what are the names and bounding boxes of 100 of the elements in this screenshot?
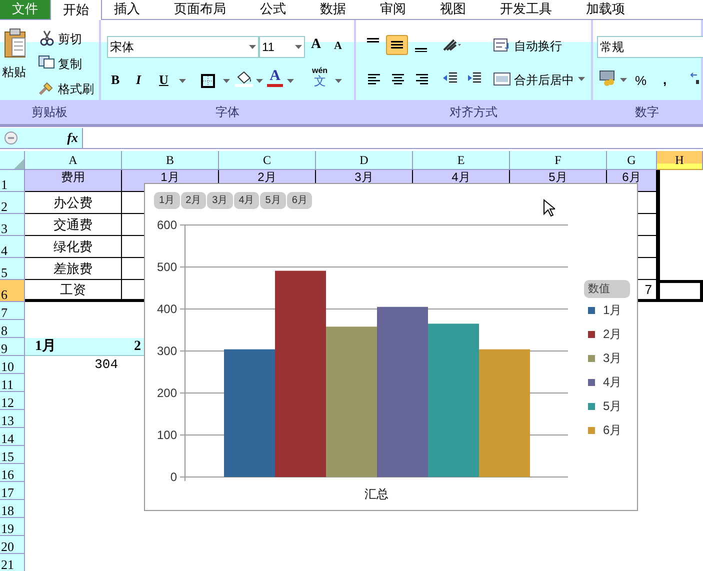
column-header[interactable]: H [657, 151, 703, 170]
row-header[interactable]: 19 [0, 518, 25, 536]
font-color-swatch [267, 84, 283, 87]
phonetic-guide-button[interactable]: wén 文 [312, 67, 328, 87]
row-header[interactable]: 4 [0, 236, 25, 258]
copy-button[interactable]: 复制 [58, 55, 82, 73]
grow-font-button[interactable]: A [311, 38, 322, 52]
table-cell: 差旅费 [25, 258, 122, 280]
group-label: 对齐方式 [450, 104, 498, 121]
legend-label: 3月 [603, 350, 622, 367]
caret-icon [256, 79, 263, 83]
field-button[interactable]: 2月 [180, 192, 206, 209]
row-header[interactable]: 17 [0, 482, 25, 500]
row-header[interactable]: 21 [0, 554, 25, 571]
category-label: 汇总 [364, 487, 388, 501]
legend-label: 5月 [603, 398, 622, 415]
ribbon-tab[interactable]: 加载项 [574, 0, 637, 19]
row-header[interactable]: 7 [0, 302, 25, 320]
row-header[interactable]: 20 [0, 536, 25, 554]
ribbon-tab[interactable]: 页面布局 [162, 0, 238, 19]
field-button[interactable]: 5月 [260, 192, 286, 209]
font-color-button[interactable]: A [270, 69, 280, 84]
column-header[interactable]: F [510, 151, 607, 170]
orientation-icon [442, 38, 462, 52]
row-header[interactable]: 11 [0, 374, 25, 392]
active-cell[interactable] [657, 280, 703, 302]
table-cell: 办公费 [25, 192, 122, 214]
group-label: 字体 [216, 104, 240, 121]
italic-button[interactable]: I [136, 73, 142, 86]
row-header[interactable]: 12 [0, 392, 25, 410]
table-cell: 交通费 [25, 214, 122, 236]
column-header[interactable]: D [316, 151, 413, 170]
column-header[interactable]: E [413, 151, 510, 170]
row-header[interactable]: 14 [0, 428, 25, 446]
group-label: 数字 [635, 104, 659, 121]
ribbon-tab[interactable]: 插入 [102, 0, 152, 19]
field-button[interactable]: 3月 [207, 192, 233, 209]
number-format-field[interactable]: 常规 [597, 36, 703, 58]
legend-label: 6月 [603, 422, 622, 439]
row-header[interactable]: 15 [0, 446, 25, 464]
insert-function-button[interactable]: fx [67, 128, 78, 148]
copy-icon [38, 55, 56, 69]
row-header[interactable]: 10 [0, 356, 25, 374]
format-painter-button[interactable]: 格式刷 [58, 80, 94, 98]
merge-center-icon [493, 72, 511, 86]
column-header[interactable]: B [122, 151, 219, 170]
scissors-icon [40, 30, 54, 46]
row-header[interactable]: 18 [0, 500, 25, 518]
vertical-align-button[interactable] [386, 35, 408, 55]
merge-center-button[interactable]: 合并后居中 [514, 71, 574, 89]
decrease-indent-icon [442, 72, 458, 84]
row-header[interactable]: 3 [0, 214, 25, 236]
caret-icon [578, 77, 585, 81]
wrap-text-button[interactable]: 自动换行 [514, 37, 562, 55]
column-header[interactable]: A [25, 151, 122, 170]
percent-button[interactable]: % [635, 71, 647, 90]
cut-button[interactable]: 剪切 [58, 30, 82, 48]
ribbon-tab[interactable]: 数据 [308, 0, 358, 19]
fill-color-icon [235, 70, 253, 87]
font-name-field[interactable]: 宋体 [107, 36, 259, 58]
column-header[interactable]: G [607, 151, 657, 170]
ribbon-tab[interactable]: 开始 [50, 0, 102, 20]
underline-button[interactable]: U [159, 73, 168, 86]
axis-tick-label: 300 [156, 344, 177, 358]
axis-tick-label: 100 [156, 428, 177, 442]
column-header[interactable]: C [219, 151, 316, 170]
row-header[interactable]: 16 [0, 464, 25, 482]
axis-tick-label: 500 [156, 260, 177, 274]
legend-label: 1月 [603, 302, 622, 319]
row-header[interactable]: 13 [0, 410, 25, 428]
border-icon [201, 74, 215, 88]
row-header[interactable]: 1 [0, 170, 25, 192]
name-box-icon [4, 131, 18, 145]
ribbon-tab[interactable]: 公式 [248, 0, 298, 19]
row-header[interactable]: 5 [0, 258, 25, 280]
row-header[interactable]: 8 [0, 320, 25, 338]
ribbon-tab[interactable]: 视图 [428, 0, 478, 19]
ribbon-tab[interactable]: 开发工具 [488, 0, 564, 19]
ribbon-tab[interactable]: 审阅 [368, 0, 418, 19]
caret-icon [287, 79, 294, 83]
field-button[interactable]: 6月 [286, 192, 312, 209]
row-header[interactable]: 9 [0, 338, 25, 356]
increase-indent-icon [466, 72, 482, 84]
legend-label: 4月 [603, 374, 622, 391]
axis-tick-label: 200 [156, 386, 177, 400]
bold-button[interactable]: B [111, 73, 120, 86]
caret-icon [295, 45, 302, 49]
legend-field-button[interactable]: 数值 [584, 280, 630, 298]
row-header[interactable]: 2 [0, 192, 25, 214]
file-tab[interactable]: 文件 [0, 0, 50, 19]
row-header[interactable]: 6 [0, 280, 25, 302]
shrink-font-button[interactable]: A [334, 41, 342, 52]
font-size-field[interactable]: 11 [259, 36, 305, 58]
paste-button[interactable]: 粘贴 [2, 66, 26, 78]
field-button[interactable]: 4月 [234, 192, 260, 209]
paste-icon [3, 28, 27, 58]
field-button[interactable]: 1月 [154, 192, 180, 209]
align-lines-icon [367, 38, 379, 42]
comma-button[interactable]: , [663, 70, 667, 90]
axis-tick-label: 400 [156, 302, 177, 316]
